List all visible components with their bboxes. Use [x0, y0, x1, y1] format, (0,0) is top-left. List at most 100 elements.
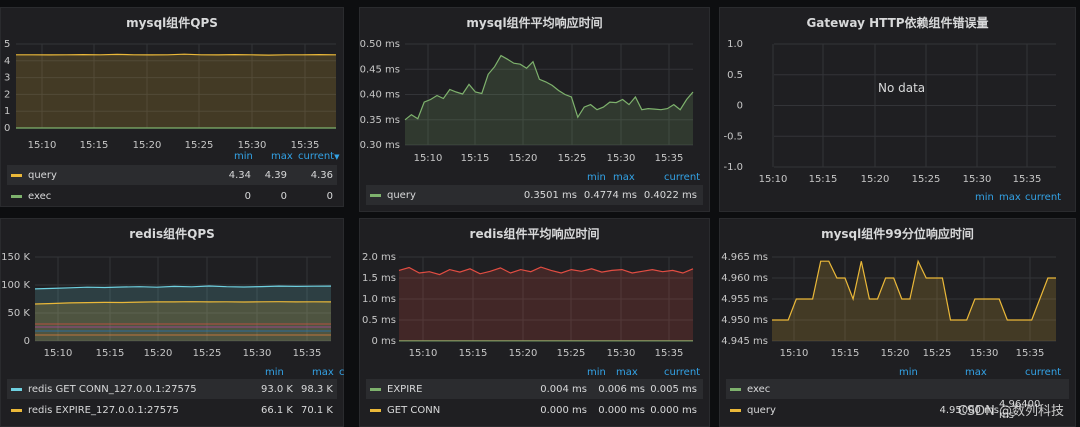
legend-header-max[interactable]: max [616, 367, 638, 378]
legend-row[interactable]: GET CONN 0.000 ms 0.000 ms 0.000 ms [366, 400, 703, 420]
x-tick-label: 15:35 [293, 348, 322, 359]
x-tick-label: 15:35 [1016, 348, 1045, 359]
sort-desc-icon: ▼ [334, 153, 340, 161]
legend-header-min[interactable]: min [265, 367, 284, 378]
y-tick-label: 0 ms [372, 336, 397, 347]
x-tick-label: 15:35 [655, 348, 684, 359]
legend-row[interactable]: query 4.34 4.39 4.36 [7, 165, 337, 185]
x-tick-label: 15:20 [133, 140, 162, 151]
series-name: query [28, 169, 57, 181]
x-tick-label: 15:15 [831, 348, 860, 359]
series-swatch [11, 387, 22, 391]
y-tick-label: 5 [4, 39, 10, 50]
panel-redis-avg-response: redis组件平均响应时间 2.0 ms 1.5 ms 1.0 ms 0.5 ms 0 … [359, 218, 710, 427]
legend-header-current[interactable]: current [1025, 367, 1061, 378]
y-tick-label: 4.960 ms [721, 273, 768, 284]
legend-row[interactable]: EXPIRE 0.004 ms 0.006 ms 0.005 ms [366, 379, 703, 399]
legend-header-max[interactable]: max [613, 172, 635, 183]
x-tick-label: 15:15 [461, 153, 490, 164]
x-tick-label: 15:15 [459, 348, 488, 359]
x-tick-label: 15:35 [291, 140, 320, 151]
y-tick-label: 0.5 [727, 70, 743, 81]
y-tick-label: 4.955 ms [721, 294, 768, 305]
x-tick-label: 15:15 [80, 140, 109, 151]
legend-header-current[interactable]: c [339, 367, 345, 378]
legend-header-min[interactable]: min [587, 172, 606, 183]
series-max: 0.000 ms [598, 404, 645, 416]
y-tick-label: 0.50 ms [360, 39, 400, 50]
series-min: 0.000 ms [540, 404, 587, 416]
legend-header-current[interactable]: current▼ [298, 151, 339, 162]
chart-mysql-avg-response: 0.50 ms 0.45 ms 0.40 ms 0.35 ms 0.30 ms 15:10… [360, 39, 694, 164]
y-tick-label: 4.965 ms [721, 252, 768, 263]
y-tick-label: 4.945 ms [721, 336, 768, 347]
legend-header-max[interactable]: max [965, 367, 987, 378]
series-swatch [730, 387, 741, 391]
series-min: 93.0 K [260, 383, 293, 395]
panel-redis-qps: redis组件QPS 150 K 100 K 50 K 0 15:10 15:15 15:2… [0, 218, 345, 427]
x-tick-label: 15:30 [970, 348, 999, 359]
series-area [16, 54, 336, 129]
legend-row[interactable]: redis EXPIRE_127.0.0.1:27575 66.1 K 70.1… [7, 400, 337, 420]
series-name: EXPIRE [387, 383, 423, 395]
series-swatch [11, 173, 22, 177]
series-swatch [11, 194, 22, 198]
x-tick-label: 15:35 [655, 153, 684, 164]
y-tick-label: 0.40 ms [360, 90, 400, 101]
legend-row[interactable]: exec [726, 379, 1069, 399]
x-tick-label: 15:15 [96, 348, 125, 359]
series-min: 0.3501 ms [523, 189, 577, 201]
y-tick-label: 0 [737, 101, 743, 112]
series-area [772, 261, 1056, 341]
x-tick-label: 15:30 [243, 348, 272, 359]
chart-mysql-p99-response: 4.965 ms 4.960 ms 4.955 ms 4.950 ms 4.945 ms… [721, 252, 1056, 359]
legend-header-min[interactable]: min [975, 192, 994, 203]
series-min: 66.1 K [260, 404, 293, 416]
no-data-message: No data [878, 81, 926, 95]
x-tick-label: 15:30 [607, 348, 636, 359]
series-current: 0 [326, 190, 333, 202]
series-max: 0.006 ms [598, 383, 645, 395]
legend-header-min[interactable]: min [587, 367, 606, 378]
y-tick-label: 0.30 ms [360, 140, 400, 151]
legend-row[interactable]: exec 0 0 0 [7, 186, 337, 206]
legend-row[interactable]: query 0.3501 ms 0.4774 ms 0.4022 ms [366, 185, 703, 205]
series-max: 70.1 K [300, 404, 333, 416]
y-tick-label: 1 [4, 106, 10, 117]
series-name: exec [28, 190, 52, 202]
series-current: 0.4022 ms [643, 189, 697, 201]
y-tick-label: -0.5 [723, 131, 743, 142]
x-tick-label: 15:20 [861, 174, 890, 185]
x-tick-label: 15:25 [912, 174, 941, 185]
legend-header-current[interactable]: current [1025, 192, 1061, 203]
chart-redis-avg-response: 2.0 ms 1.5 ms 1.0 ms 0.5 ms 0 ms 15:10 15:15 15… [362, 252, 694, 359]
legend-header-max[interactable]: max [999, 192, 1021, 203]
legend-row[interactable]: redis GET CONN_127.0.0.1:27575 93.0 K 98… [7, 379, 337, 399]
series-swatch [11, 408, 22, 412]
legend-header-min[interactable]: min [899, 367, 918, 378]
x-tick-label: 15:35 [1013, 174, 1042, 185]
series-name: query [387, 189, 416, 201]
legend-header-current[interactable]: current [664, 367, 700, 378]
x-tick-label: 15:25 [557, 348, 586, 359]
series-name: exec [747, 383, 771, 395]
legend-header-max[interactable]: max [271, 151, 293, 162]
x-tick-label: 15:30 [963, 174, 992, 185]
y-tick-label: 2.0 ms [362, 252, 396, 263]
y-tick-label: 50 K [8, 308, 31, 319]
x-tick-label: 15:10 [780, 348, 809, 359]
legend-header-current[interactable]: current [664, 172, 700, 183]
legend-header-max[interactable]: max [312, 367, 334, 378]
y-tick-label: 1.0 ms [362, 294, 396, 305]
series-max: 98.3 K [300, 383, 333, 395]
x-tick-label: 15:10 [409, 348, 438, 359]
series-swatch [370, 193, 381, 197]
x-tick-label: 15:10 [759, 174, 788, 185]
x-tick-label: 15:10 [28, 140, 57, 151]
x-tick-label: 15:20 [509, 348, 538, 359]
panel-gateway-errors: Gateway HTTP依赖组件错误量 1.0 0.5 0 -0.5 -1.0 15:10… [719, 7, 1076, 212]
series-max: 4.39 [264, 169, 287, 181]
y-tick-label: -1.0 [723, 162, 743, 173]
y-tick-label: 1.0 [727, 39, 743, 50]
legend-header-min[interactable]: min [234, 151, 253, 162]
